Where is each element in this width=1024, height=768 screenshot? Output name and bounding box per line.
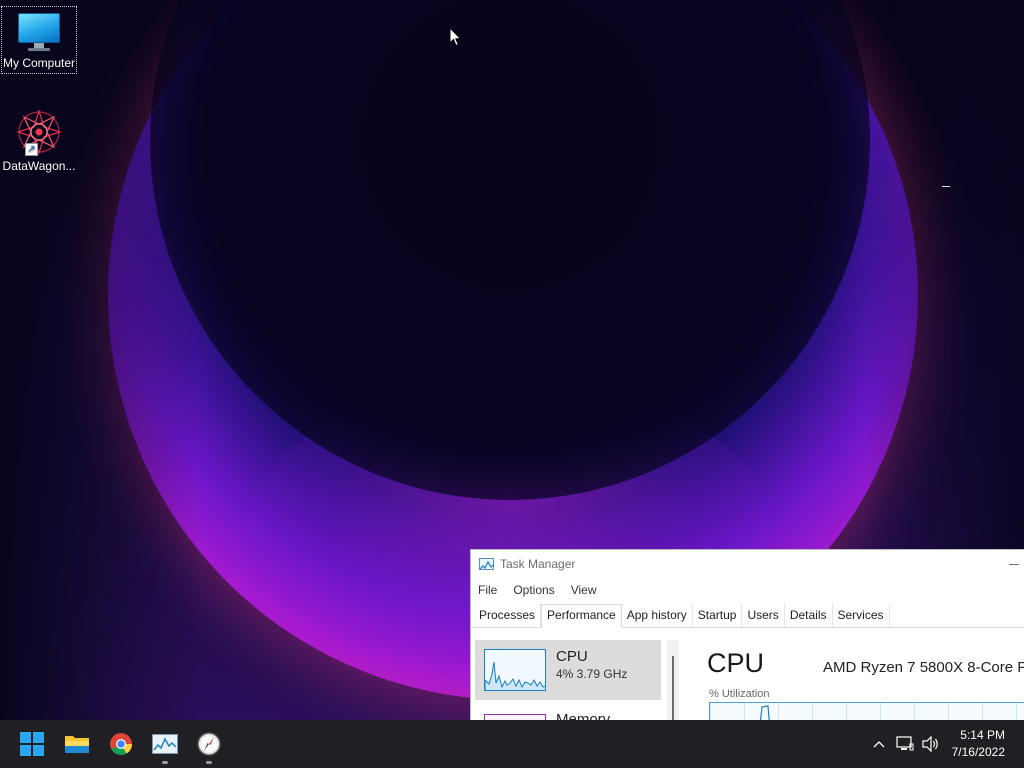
start-icon — [20, 732, 44, 756]
running-indicator — [162, 761, 168, 764]
taskbar-chrome[interactable] — [99, 720, 143, 768]
sidebar-cpu-title: CPU — [556, 648, 588, 665]
sidebar-item-cpu[interactable]: CPU 4% 3.79 GHz — [475, 640, 661, 700]
tab-strip: Processes Performance App history Startu… — [471, 602, 1024, 628]
mouse-cursor-icon — [449, 26, 462, 52]
menu-view[interactable]: View — [571, 583, 597, 597]
desktop-icon-label: DataWagon... — [2, 159, 76, 173]
menu-bar: File Options View — [471, 578, 1024, 602]
menu-file[interactable]: File — [478, 583, 497, 597]
utilization-label: % Utilization — [709, 688, 770, 700]
chevron-up-icon[interactable] — [866, 720, 892, 768]
shortcut-arrow-icon: ↗ — [25, 143, 38, 156]
sidebar-scrollbar[interactable] — [672, 656, 674, 728]
taskbar-compass-app[interactable] — [187, 720, 231, 768]
desktop-artifact — [942, 186, 950, 187]
clock-time: 5:14 PM — [960, 728, 1005, 742]
taskbar: 5:14 PM 7/16/2022 — [0, 720, 1024, 768]
system-tray: 5:14 PM 7/16/2022 — [866, 720, 1024, 768]
tab-startup[interactable]: Startup — [693, 604, 743, 627]
minimize-icon[interactable] — [1009, 564, 1019, 565]
cpu-sparkline — [484, 649, 546, 691]
window-title: Task Manager — [500, 557, 576, 571]
tab-details[interactable]: Details — [785, 604, 833, 627]
task-manager-icon — [479, 558, 494, 570]
task-manager-icon — [152, 734, 178, 754]
desktop-icon-my-computer[interactable]: My Computer — [1, 6, 77, 74]
sidebar-cpu-stats: 4% 3.79 GHz — [556, 667, 628, 681]
start-button[interactable] — [10, 720, 54, 768]
chrome-icon — [110, 733, 132, 755]
desktop-icon-datawagon[interactable]: ↗ DataWagon... — [1, 104, 77, 174]
desktop-icon-label: My Computer — [2, 56, 76, 70]
taskbar-file-explorer[interactable] — [55, 720, 99, 768]
tab-users[interactable]: Users — [742, 604, 785, 627]
performance-pane: CPU 4% 3.79 GHz Memory CPU AMD Ryzen 7 5… — [471, 628, 1024, 728]
taskbar-task-manager[interactable] — [143, 720, 187, 768]
volume-icon[interactable] — [918, 720, 944, 768]
clock[interactable]: 5:14 PM 7/16/2022 — [952, 727, 1005, 761]
menu-options[interactable]: Options — [513, 583, 554, 597]
monitor-icon — [17, 13, 61, 53]
tab-app-history[interactable]: App history — [622, 604, 693, 627]
cpu-model: AMD Ryzen 7 5800X 8-Core Processor — [823, 659, 1024, 676]
cpu-heading: CPU — [707, 648, 765, 678]
task-manager-window[interactable]: Task Manager File Options View Processes… — [470, 549, 1024, 729]
tab-performance[interactable]: Performance — [541, 604, 622, 628]
clock-date: 7/16/2022 — [951, 745, 1005, 759]
tab-processes[interactable]: Processes — [474, 604, 542, 627]
running-indicator — [206, 761, 212, 764]
file-explorer-icon — [65, 736, 89, 753]
compass-app-icon — [197, 732, 221, 756]
tab-services[interactable]: Services — [833, 604, 890, 627]
network-icon[interactable] — [892, 720, 918, 768]
title-bar[interactable]: Task Manager — [471, 550, 1024, 578]
mandala-shortcut-icon: ↗ — [15, 108, 63, 156]
